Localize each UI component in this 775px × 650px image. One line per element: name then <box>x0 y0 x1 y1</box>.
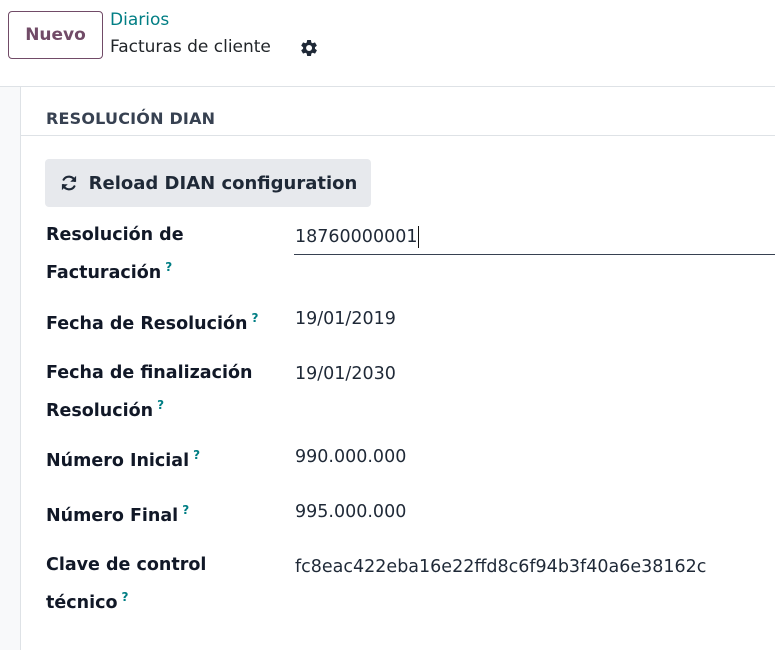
final-number-label: Número Final? <box>46 494 189 532</box>
end-date-field[interactable]: 19/01/2030 <box>295 358 396 390</box>
reload-button-label: Reload DIAN configuration <box>88 172 358 194</box>
final-number-field[interactable]: 995.000.000 <box>295 496 406 528</box>
tech-key-label-line2: técnico <box>46 592 118 613</box>
initial-number-label-text: Número Inicial <box>46 450 190 471</box>
gear-icon[interactable] <box>299 38 319 58</box>
end-date-label: Fecha de finalización Resolución? <box>46 357 252 427</box>
resolution-input[interactable]: 18760000001 <box>295 221 420 253</box>
end-date-label-line1: Fecha de finalización <box>46 363 253 383</box>
resolution-date-field[interactable]: 19/01/2019 <box>295 303 396 335</box>
resolution-label: Resolución de Facturación? <box>46 219 184 289</box>
help-tooltip-icon[interactable]: ? <box>157 398 164 412</box>
tech-key-label-line1: Clave de control <box>46 555 207 575</box>
help-tooltip-icon[interactable]: ? <box>251 311 258 325</box>
section-divider <box>21 135 775 136</box>
reload-dian-configuration-button[interactable]: Reload DIAN configuration <box>45 159 371 207</box>
section-title: RESOLUCIÓN DIAN <box>46 109 216 128</box>
breadcrumb-current: Facturas de cliente <box>110 37 271 57</box>
final-number-label-text: Número Final <box>46 505 179 526</box>
breadcrumb-diarios[interactable]: Diarios <box>110 10 169 30</box>
control-panel: Nuevo Diarios Facturas de cliente <box>0 0 775 87</box>
help-tooltip-icon[interactable]: ? <box>182 503 189 517</box>
refresh-icon <box>61 175 76 191</box>
help-tooltip-icon[interactable]: ? <box>193 448 200 462</box>
tech-key-field[interactable]: fc8eac422eba16e22ffd8c6f94b3f40a6e38162c <box>295 551 706 583</box>
resolution-date-label: Fecha de Resolución? <box>46 302 258 340</box>
help-tooltip-icon[interactable]: ? <box>165 260 172 274</box>
resolution-date-label-text: Fecha de Resolución <box>46 313 248 334</box>
end-date-label-line2: Resolución <box>46 400 154 421</box>
text-caret <box>418 226 420 248</box>
resolution-value: 18760000001 <box>295 227 418 247</box>
new-button[interactable]: Nuevo <box>8 11 103 59</box>
resolution-label-line1: Resolución de <box>46 225 184 245</box>
initial-number-field[interactable]: 990.000.000 <box>295 441 406 473</box>
initial-number-label: Número Inicial? <box>46 439 200 477</box>
resolution-label-line2: Facturación <box>46 262 162 283</box>
resolution-input-underline <box>294 254 775 255</box>
tech-key-label: Clave de control técnico? <box>46 549 206 619</box>
help-tooltip-icon[interactable]: ? <box>121 590 128 604</box>
